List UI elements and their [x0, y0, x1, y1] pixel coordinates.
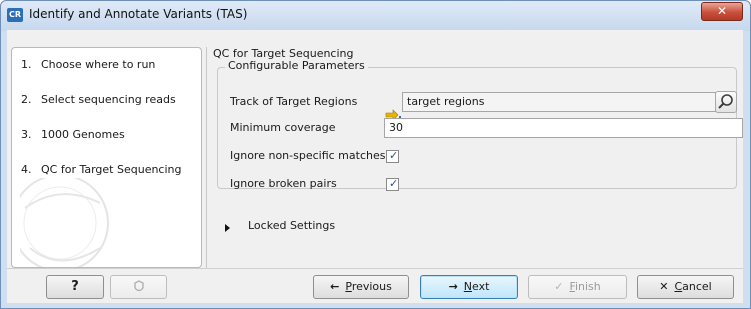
cancel-x-icon: ✕ [659, 280, 669, 293]
arrow-left-icon: ← [330, 280, 340, 293]
browse-button[interactable] [715, 91, 737, 113]
finish-label: inish [574, 280, 601, 293]
wizard-steps-panel: 1. Choose where to run 2. Select sequenc… [11, 47, 202, 268]
app-icon: CR [7, 8, 23, 22]
arrow-right-icon: → [448, 280, 458, 293]
help-icon: ? [71, 279, 79, 294]
step-1: 1. Choose where to run [21, 58, 155, 71]
ignore-nonspecific-label: Ignore non-specific matches [230, 149, 386, 162]
step-number: 4. [21, 163, 32, 176]
min-coverage-input[interactable]: 30 [384, 118, 743, 138]
step-3: 3. 1000 Genomes [21, 128, 125, 141]
ignore-nonspecific-checkbox[interactable]: ✓ [386, 149, 399, 163]
step-label: Select sequencing reads [41, 93, 176, 106]
checkmark-icon: ✓ [389, 177, 399, 190]
cancel-mnemonic: C [674, 280, 683, 293]
track-field[interactable]: target regions [402, 92, 716, 112]
cancel-button[interactable]: ✕ Cancel [637, 275, 734, 299]
step-4: 4. QC for Target Sequencing [21, 163, 182, 176]
step-2: 2. Select sequencing reads [21, 93, 176, 106]
step-label: QC for Target Sequencing [41, 163, 182, 176]
group-title: Configurable Parameters [225, 59, 368, 72]
footer-separator [7, 268, 743, 269]
close-icon: ✕ [716, 4, 728, 18]
finish-button[interactable]: ✓ Finish [528, 275, 627, 299]
step-number: 1. [21, 58, 32, 71]
dialog-client: 1. Choose where to run 2. Select sequenc… [7, 30, 743, 303]
close-button[interactable]: ✕ [701, 2, 743, 21]
ignore-broken-label: Ignore broken pairs [230, 177, 337, 190]
restore-button[interactable] [110, 275, 167, 299]
step-number: 3. [21, 128, 32, 141]
cancel-label: ancel [682, 280, 712, 293]
min-coverage-label: Minimum coverage [230, 121, 336, 134]
previous-button[interactable]: ← Previous [313, 275, 409, 299]
locked-settings-toggle[interactable]: Locked Settings [248, 219, 335, 232]
previous-label: revious [351, 280, 392, 293]
watermark-logo [20, 178, 109, 267]
checkmark-icon: ✓ [554, 280, 564, 293]
next-label: ext [472, 280, 490, 293]
title-bar: CR Identify and Annotate Variants (TAS) … [1, 1, 750, 31]
checkmark-icon: ✓ [389, 149, 399, 162]
step-label: Choose where to run [41, 58, 156, 71]
track-label: Track of Target Regions [230, 95, 358, 108]
ignore-broken-checkbox[interactable]: ✓ [386, 177, 399, 191]
expand-triangle-icon[interactable] [225, 224, 230, 232]
help-button[interactable]: ? [46, 275, 104, 299]
window-title: Identify and Annotate Variants (TAS) [29, 7, 248, 21]
restore-icon [133, 280, 144, 292]
next-mnemonic: N [463, 280, 473, 293]
next-button[interactable]: → Next [420, 275, 518, 299]
step-number: 2. [21, 93, 32, 106]
browse-icon [718, 94, 733, 109]
step-label: 1000 Genomes [41, 128, 125, 141]
